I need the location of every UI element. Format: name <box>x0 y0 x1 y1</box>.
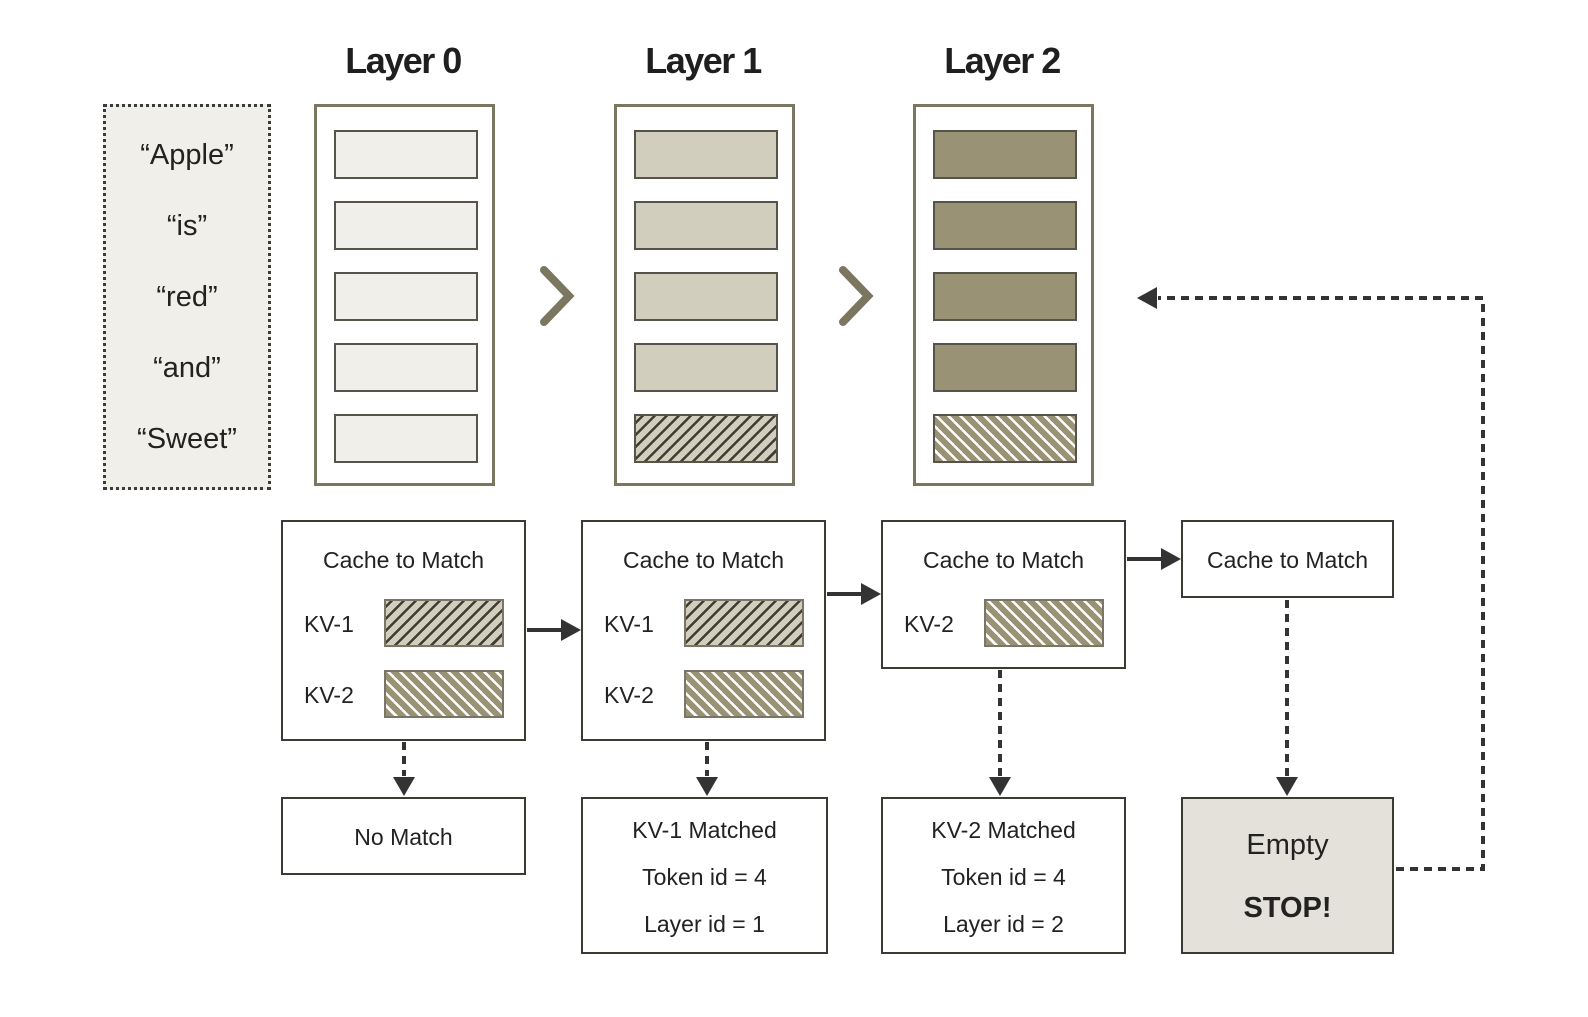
arrow-right-icon <box>527 619 581 641</box>
arrow-right-icon <box>1127 548 1181 570</box>
dashed-arrow-down-icon <box>696 742 718 796</box>
dashed-arrow-down-icon <box>393 742 415 796</box>
chevron-right-icon <box>839 266 874 326</box>
dashed-arrow-down-icon <box>989 670 1011 796</box>
arrow-right-icon <box>827 583 881 605</box>
chevron-right-icon <box>540 266 575 326</box>
dashed-arrow-left-icon <box>1137 287 1485 871</box>
dashed-arrow-down-icon <box>1276 600 1298 796</box>
connectors-layer <box>393 266 1485 871</box>
